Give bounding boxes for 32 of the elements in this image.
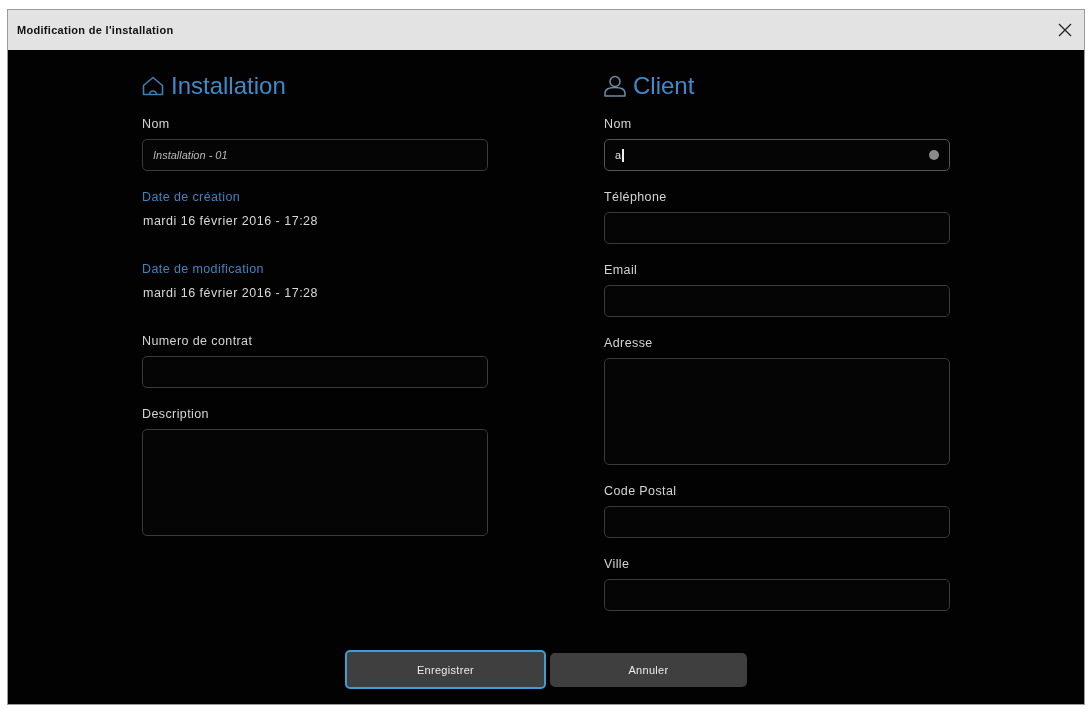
field-label: Date de modification xyxy=(142,261,264,277)
field-label: Numero de contrat xyxy=(142,333,253,349)
field-label: Code Postal xyxy=(604,483,677,499)
section-heading: Installation xyxy=(171,72,286,100)
input-field[interactable] xyxy=(604,212,950,244)
field-label: Description xyxy=(142,406,209,422)
field-label: Email xyxy=(604,262,638,278)
field-label: Date de création xyxy=(142,189,241,205)
input-field[interactable]: Installation - 01 xyxy=(142,139,488,171)
window-title: Modification de l'installation xyxy=(17,24,174,36)
close-icon xyxy=(1058,23,1072,37)
text-area-field[interactable] xyxy=(604,358,950,465)
section-heading: Client xyxy=(633,72,695,100)
input-field[interactable] xyxy=(142,356,488,388)
field-label: Adresse xyxy=(604,335,653,351)
date-value: mardi 16 février 2016 - 17:28 xyxy=(142,213,318,229)
save-button[interactable]: Enregistrer xyxy=(345,650,546,689)
field-label: Nom xyxy=(604,116,632,132)
input-field[interactable] xyxy=(604,506,950,538)
input-field[interactable]: a xyxy=(604,139,950,171)
text-area-field[interactable] xyxy=(142,429,488,536)
input-field[interactable] xyxy=(604,579,950,611)
cancel-button[interactable]: Annuler xyxy=(550,652,747,687)
dot-icon[interactable] xyxy=(929,150,939,160)
text-cursor-icon xyxy=(622,148,625,162)
input-field[interactable] xyxy=(604,285,950,317)
person-icon xyxy=(604,75,626,97)
field-label: Ville xyxy=(604,556,630,572)
date-value: mardi 16 février 2016 - 17:28 xyxy=(142,285,318,301)
field-label: Téléphone xyxy=(604,189,667,205)
house-icon xyxy=(142,75,164,97)
field-label: Nom xyxy=(142,116,170,132)
